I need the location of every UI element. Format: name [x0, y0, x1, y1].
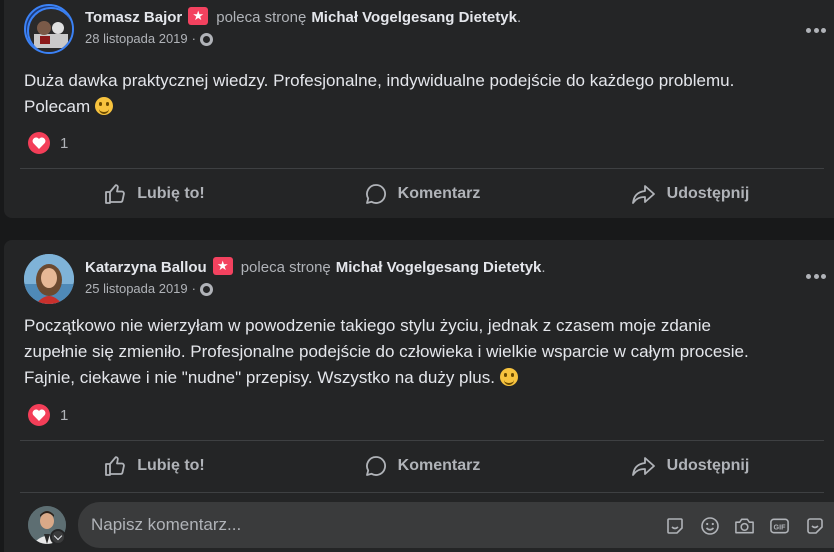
share-label: Udostępnij — [666, 185, 750, 202]
reaction-summary[interactable]: 1 — [28, 404, 68, 426]
divider — [20, 492, 824, 493]
author-name[interactable]: Katarzyna Ballou — [85, 258, 207, 278]
svg-text:GIF: GIF — [774, 523, 787, 531]
review-post: Tomasz Bajor ★ poleca stronę Michał Voge… — [4, 0, 834, 218]
thumbs-up-icon — [105, 456, 126, 476]
sticker-smile-icon[interactable] — [804, 515, 825, 536]
post-text: Duża dawka praktycznej wiedzy. Profesjon… — [24, 68, 818, 120]
page-name-link[interactable]: Michał Vogelgesang Dietetyk — [336, 258, 542, 278]
share-button[interactable]: Udostępnij — [556, 444, 824, 488]
reaction-summary[interactable]: 1 — [28, 132, 68, 154]
gif-icon[interactable]: GIF — [769, 515, 790, 536]
post-date[interactable]: 28 listopada 2019 — [85, 30, 188, 48]
heart-icon — [28, 132, 50, 154]
divider — [20, 168, 824, 169]
like-label: Lubię to! — [137, 457, 205, 474]
post-text-line: Duża dawka praktycznej wiedzy. Profesjon… — [24, 71, 735, 90]
comment-placeholder: Napisz komentarz... — [91, 515, 242, 534]
recommends-text: poleca stronę — [240, 259, 331, 276]
camera-icon[interactable] — [734, 515, 755, 536]
date-separator: · — [191, 281, 196, 296]
like-button[interactable]: Lubię to! — [20, 172, 288, 216]
comment-input[interactable]: Napisz komentarz... GIF — [78, 502, 834, 548]
review-post: Katarzyna Ballou ★ poleca stronę Michał … — [4, 240, 834, 552]
sticker-icon[interactable] — [664, 515, 685, 536]
period: . — [541, 259, 546, 276]
comment-icon — [365, 456, 386, 476]
divider — [20, 440, 824, 441]
share-icon — [631, 185, 655, 204]
globe-icon — [200, 32, 213, 46]
comment-icon — [365, 184, 386, 204]
share-button[interactable]: Udostępnij — [556, 172, 824, 216]
chevron-down-icon[interactable] — [50, 529, 66, 545]
date-separator: · — [191, 31, 196, 46]
post-header: Katarzyna Ballou ★ poleca stronę Michał … — [24, 254, 546, 304]
reaction-count: 1 — [60, 406, 69, 424]
avatar[interactable] — [24, 4, 74, 54]
recommend-icon: ★ — [188, 7, 209, 25]
action-bar: Lubię to! Komentarz Udostępnij — [20, 172, 824, 216]
like-button[interactable]: Lubię to! — [20, 444, 288, 488]
smile-emoji-icon — [499, 368, 518, 386]
post-text-line: Fajnie, ciekawe i nie "nudne" przepisy. … — [24, 368, 495, 387]
comment-label: Komentarz — [397, 185, 481, 202]
action-bar: Lubię to! Komentarz Udostępnij — [20, 444, 824, 488]
share-label: Udostępnij — [666, 457, 750, 474]
comment-button[interactable]: Komentarz — [288, 444, 556, 488]
globe-icon — [200, 282, 213, 296]
avatar[interactable] — [24, 254, 74, 304]
post-text-line: zupełnie się zmieniło. Profesjonalne pod… — [24, 342, 749, 361]
post-date[interactable]: 25 listopada 2019 — [85, 280, 188, 298]
comment-button[interactable]: Komentarz — [288, 172, 556, 216]
thumbs-up-icon — [105, 184, 126, 204]
comment-label: Komentarz — [397, 457, 481, 474]
smile-emoji-icon — [94, 97, 113, 115]
post-text-line: Polecam — [24, 97, 91, 116]
heart-icon — [28, 404, 50, 426]
more-options-button[interactable] — [806, 274, 826, 280]
emoji-icon[interactable] — [699, 515, 720, 536]
like-label: Lubię to! — [137, 185, 205, 202]
composer-icons: GIF — [664, 515, 825, 536]
author-name[interactable]: Tomasz Bajor — [85, 8, 182, 28]
share-icon — [631, 457, 655, 476]
period: . — [516, 9, 522, 26]
comment-composer: Napisz komentarz... GIF — [28, 502, 834, 548]
recommends-text: poleca stronę — [216, 9, 307, 26]
more-options-button[interactable] — [806, 28, 826, 34]
post-header: Tomasz Bajor ★ poleca stronę Michał Voge… — [24, 4, 522, 54]
post-text: Początkowo nie wierzyłam w powodzenie ta… — [24, 313, 818, 391]
post-text-line: Początkowo nie wierzyłam w powodzenie ta… — [24, 316, 711, 335]
page-name-link[interactable]: Michał Vogelgesang Dietetyk — [311, 8, 517, 28]
recommend-icon: ★ — [212, 257, 233, 275]
reaction-count: 1 — [60, 134, 69, 152]
